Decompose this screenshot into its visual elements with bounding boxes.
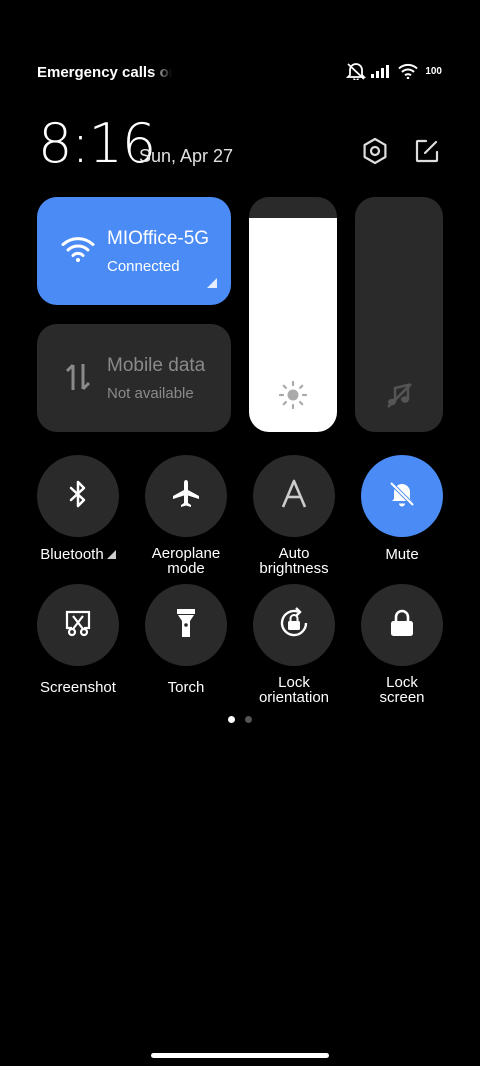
bluetooth-label: Bluetooth <box>40 546 104 563</box>
date: Sun, Apr 27 <box>139 146 234 166</box>
toggle-lock-orientation[interactable]: Lock orientation <box>253 584 335 705</box>
wifi-network-name: MIOffice-5G <box>107 228 210 249</box>
bluetooth-icon <box>66 479 90 514</box>
edit-icon[interactable] <box>412 136 442 166</box>
mobile-data-title: Mobile data <box>107 355 206 376</box>
airplane-icon <box>170 478 202 515</box>
battery-level: 100 <box>425 65 442 77</box>
expand-corner-icon[interactable] <box>207 275 217 293</box>
mute-button[interactable] <box>361 455 443 537</box>
lock-icon <box>389 608 415 643</box>
mute-label: Mute <box>385 546 419 563</box>
mobile-data-status: Not available <box>107 385 194 402</box>
silent-icon <box>346 62 367 80</box>
status-bar: Emergency calls only 1 <box>37 60 442 86</box>
page-dot[interactable] <box>245 716 252 723</box>
aeroplane-mode-button[interactable] <box>145 455 227 537</box>
torch-icon <box>175 607 197 644</box>
mobile-data-icon <box>65 362 91 397</box>
page-indicator <box>228 716 252 723</box>
toggle-mute[interactable]: Mute <box>361 455 443 562</box>
carrier-text: Emergency calls only <box>37 64 172 81</box>
screenshot-label: Screenshot <box>40 679 116 696</box>
sun-icon <box>278 380 308 415</box>
settings-icon[interactable] <box>360 136 390 166</box>
home-indicator[interactable] <box>151 1053 329 1058</box>
toggle-bluetooth[interactable]: Bluetooth <box>37 455 119 564</box>
wifi-icon <box>61 235 95 268</box>
toggle-torch[interactable]: Torch <box>145 584 227 695</box>
toggle-lock-screen[interactable]: Lock screen <box>361 584 443 705</box>
lock-orientation-label: Lock orientation <box>258 674 330 706</box>
wifi-status: Connected <box>107 258 180 275</box>
screenshot-button[interactable] <box>37 584 119 666</box>
toggle-aeroplane-mode[interactable]: Aeroplane mode <box>145 455 227 576</box>
auto-brightness-icon <box>280 479 308 514</box>
mobile-data-tile[interactable]: Mobile data Not available <box>37 324 231 432</box>
torch-button[interactable] <box>145 584 227 666</box>
bluetooth-label-group: Bluetooth <box>40 546 116 563</box>
expand-corner-icon <box>106 547 116 562</box>
bell-off-icon <box>387 479 417 514</box>
wifi-tile[interactable]: MIOffice-5G Connected <box>37 197 231 305</box>
toggle-auto-brightness[interactable]: Auto brightness <box>253 455 335 576</box>
signal-icon <box>371 64 393 78</box>
music-muted-icon <box>384 380 414 415</box>
torch-label: Torch <box>167 679 205 696</box>
toggle-screenshot[interactable]: Screenshot <box>37 584 119 695</box>
volume-slider[interactable] <box>355 197 443 432</box>
status-icons: 100 <box>346 62 442 80</box>
page-dot[interactable] <box>228 716 235 723</box>
lock-screen-button[interactable] <box>361 584 443 666</box>
lock-orientation-button[interactable] <box>253 584 335 666</box>
brightness-slider[interactable] <box>249 197 337 432</box>
lock-screen-label: Lock screen <box>379 674 425 706</box>
auto-brightness-button[interactable] <box>253 455 335 537</box>
auto-brightness-label: Auto brightness <box>259 545 329 577</box>
rotation-lock-icon <box>277 606 311 645</box>
clock: 8:16 <box>38 112 156 175</box>
bluetooth-button[interactable] <box>37 455 119 537</box>
wifi-icon <box>398 63 419 79</box>
screenshot-icon <box>63 608 93 643</box>
aeroplane-mode-label: Aeroplane mode <box>151 545 221 577</box>
